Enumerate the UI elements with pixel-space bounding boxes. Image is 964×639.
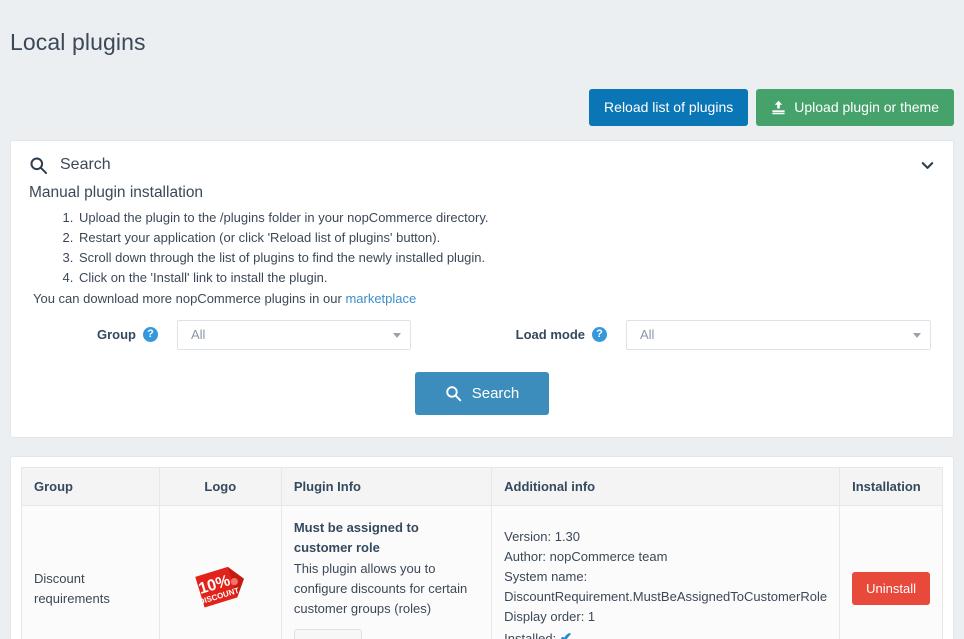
column-header-plugin-info[interactable]: Plugin Info (281, 467, 491, 505)
step-item: Scroll down through the list of plugins … (77, 248, 953, 268)
column-header-logo[interactable]: Logo (159, 467, 281, 505)
installed-label: Installed: (504, 631, 556, 639)
marketplace-prefix-text: You can download more nopCommerce plugin… (33, 291, 345, 306)
local-plugins-page: Local plugins Reload list of plugins Upl… (0, 15, 964, 639)
reload-list-of-plugins-button[interactable]: Reload list of plugins (589, 89, 748, 126)
plugin-description: This plugin allows you to configure disc… (294, 559, 479, 619)
upload-button-label: Upload plugin or theme (794, 100, 939, 114)
search-button-label: Search (472, 386, 520, 401)
column-header-additional-info[interactable]: Additional info (492, 467, 840, 505)
table-header-row: Group Logo Plugin Info Additional info I… (22, 467, 943, 505)
plugin-installed-row: Installed: ✔ (504, 627, 827, 639)
reload-button-label: Reload list of plugins (604, 100, 733, 114)
table-row: Discount requirements 10% DISCOU (22, 505, 943, 639)
load-mode-help-icon[interactable]: ? (592, 327, 607, 342)
plugin-name: Must be assigned to customer role (294, 518, 479, 558)
load-mode-select[interactable]: All (626, 320, 931, 350)
group-help-icon[interactable]: ? (143, 327, 158, 342)
plugin-display-order: Display order: 1 (504, 607, 827, 627)
cell-logo: 10% DISCOUNT (159, 505, 281, 639)
plugins-table-body: Discount requirements 10% DISCOU (22, 505, 943, 639)
step-item: Restart your application (or click 'Relo… (77, 228, 953, 248)
plugin-author: Author: nopCommerce team (504, 547, 827, 567)
search-button-row: Search (11, 350, 953, 437)
cell-installation: Uninstall (840, 505, 943, 639)
search-panel: Search Manual plugin installation Upload… (10, 140, 954, 438)
upload-icon (771, 100, 786, 115)
uninstall-button[interactable]: Uninstall (852, 572, 930, 605)
column-header-installation[interactable]: Installation (840, 467, 943, 505)
cell-additional-info: Version: 1.30 Author: nopCommerce team S… (492, 505, 840, 639)
edit-plugin-button[interactable]: Edit (294, 629, 362, 639)
column-header-group[interactable]: Group (22, 467, 160, 505)
load-mode-filter: Load mode ? All (482, 320, 931, 350)
marketplace-line: You can download more nopCommerce plugin… (11, 288, 953, 306)
marketplace-link[interactable]: marketplace (345, 291, 416, 306)
plugins-table-head: Group Logo Plugin Info Additional info I… (22, 467, 943, 505)
search-icon (29, 156, 48, 175)
search-button[interactable]: Search (415, 372, 550, 415)
manual-installation-title: Manual plugin installation (11, 181, 953, 202)
plugins-table-panel: Group Logo Plugin Info Additional info I… (10, 456, 954, 639)
load-mode-select-wrapper: All (626, 320, 931, 350)
group-select[interactable]: All (177, 320, 411, 350)
load-mode-label-text: Load mode (516, 327, 585, 342)
top-action-bar: Reload list of plugins Upload plugin or … (0, 72, 964, 126)
group-select-wrapper: All (177, 320, 411, 350)
plugins-table: Group Logo Plugin Info Additional info I… (21, 467, 943, 639)
plugin-system-name-label: System name: (504, 567, 827, 587)
search-icon (445, 385, 462, 402)
group-filter: Group ? All (33, 320, 482, 350)
search-panel-title: Search (60, 156, 111, 174)
filter-row: Group ? All Load mode ? All (11, 306, 953, 350)
plugins-table-wrapper: Group Logo Plugin Info Additional info I… (11, 457, 953, 639)
page-title: Local plugins (0, 15, 964, 56)
plugin-version: Version: 1.30 (504, 527, 827, 547)
cell-group: Discount requirements (22, 505, 160, 639)
check-icon: ✔ (560, 630, 573, 639)
load-mode-filter-label: Load mode ? (482, 327, 607, 342)
search-panel-header[interactable]: Search (11, 141, 953, 181)
plugin-system-name-value: DiscountRequirement.MustBeAssignedToCust… (504, 587, 827, 607)
step-item: Click on the 'Install' link to install t… (77, 268, 953, 288)
cell-plugin-info: Must be assigned to customer role This p… (281, 505, 491, 639)
chevron-down-icon[interactable] (920, 158, 935, 173)
discount-tag-logo-icon: 10% DISCOUNT (189, 559, 251, 613)
upload-plugin-or-theme-button[interactable]: Upload plugin or theme (756, 89, 954, 126)
group-label-text: Group (97, 327, 136, 342)
group-filter-label: Group ? (33, 327, 158, 342)
step-item: Upload the plugin to the /plugins folder… (77, 208, 953, 228)
manual-installation-steps: Upload the plugin to the /plugins folder… (11, 208, 953, 288)
